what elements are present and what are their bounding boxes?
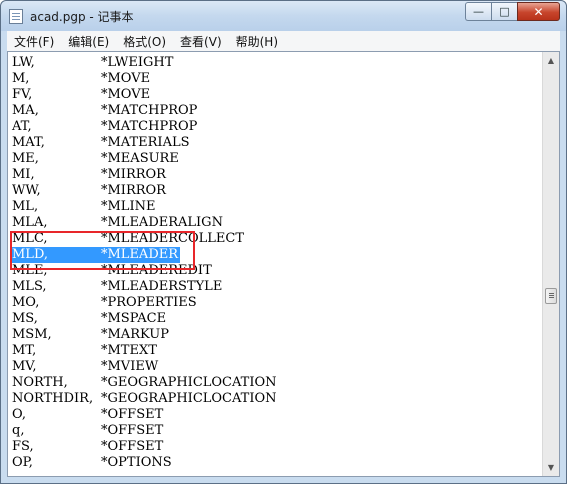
command-text: *MOVE [101,87,151,102]
command-text: *MATCHPROP [101,119,198,134]
command-text: *MIRROR [101,167,166,182]
alias-text: MAT, [12,135,45,150]
menu-bar: 文件(F) 编辑(E) 格式(O) 查看(V) 帮助(H) [7,31,560,51]
menu-file[interactable]: 文件(F) [7,33,61,50]
alias-text: MT, [12,343,37,358]
command-text: *GEOGRAPHICLOCATION [101,375,277,390]
title-bar[interactable]: acad.pgp - 记事本 — □ ✕ [1,1,566,31]
alias-text: WW, [12,183,41,198]
alias-text: OP, [12,455,33,470]
alias-text: q, [12,423,25,438]
alias-text: MSM, [12,327,52,342]
close-button[interactable]: ✕ [517,2,560,21]
window-title: acad.pgp - 记事本 [30,10,134,24]
alias-text: ML, [12,199,39,214]
maximize-button[interactable]: □ [491,2,517,21]
alias-text: M, [12,71,30,86]
alias-text: NORTH, [12,375,68,390]
alias-text: MO, [12,295,40,310]
command-text: *MOVE [101,71,151,86]
window-controls: — □ ✕ [465,2,560,22]
command-text: *MLEADERSTYLE [101,279,223,294]
command-text: *OPTIONS [101,455,172,470]
command-text: *GEOGRAPHICLOCATION [101,391,277,406]
alias-text: MA, [12,103,39,118]
alias-text: ME, [12,151,39,166]
notepad-window: acad.pgp - 记事本 — □ ✕ 文件(F) 编辑(E) 格式(O) 查… [0,0,567,484]
vertical-scrollbar[interactable]: ▲ ▼ [542,52,559,476]
scroll-up-arrow-icon[interactable]: ▲ [543,52,559,69]
alias-text: MI, [12,167,35,182]
alias-text: MS, [12,311,38,326]
command-text: *MTEXT [101,343,157,358]
command-text: *OFFSET [101,407,164,422]
alias-text: MLA, [12,215,48,230]
command-text: *MSPACE [101,311,167,326]
command-text: *MLINE [101,199,156,214]
menu-edit[interactable]: 编辑(E) [61,33,116,50]
command-text: *MEASURE [101,151,179,166]
command-text: *LWEIGHT [101,55,174,70]
menu-format[interactable]: 格式(O) [116,33,173,50]
notepad-icon[interactable] [9,9,23,24]
alias-text: O, [12,407,27,422]
red-highlight-box [10,231,195,270]
alias-text: FV, [12,87,33,102]
scroll-thumb[interactable] [545,288,557,304]
command-text: *MATCHPROP [101,103,198,118]
menu-help[interactable]: 帮助(H) [229,33,285,50]
alias-text: LW, [12,55,35,70]
alias-text: NORTHDIR, [12,391,94,406]
command-text: *PROPERTIES [101,295,197,310]
alias-text: FS, [12,439,34,454]
alias-text: MLS, [12,279,47,294]
command-text: *OFFSET [101,423,164,438]
command-text: *MATERIALS [101,135,190,150]
text-editor[interactable]: LW, *LWEIGHT M, *MOVE FV, *MOVE MA, *MATCHPROP A… [7,51,560,477]
command-text: *MVIEW [101,359,159,374]
command-text: *MIRROR [101,183,166,198]
minimize-button[interactable]: — [465,2,491,21]
command-text: *OFFSET [101,439,164,454]
alias-text: AT, [12,119,32,134]
command-text: *MARKUP [101,327,169,342]
scroll-down-arrow-icon[interactable]: ▼ [543,459,559,476]
menu-view[interactable]: 查看(V) [173,33,229,50]
alias-text: MV, [12,359,37,374]
command-text: *MLEADERALIGN [101,215,223,230]
